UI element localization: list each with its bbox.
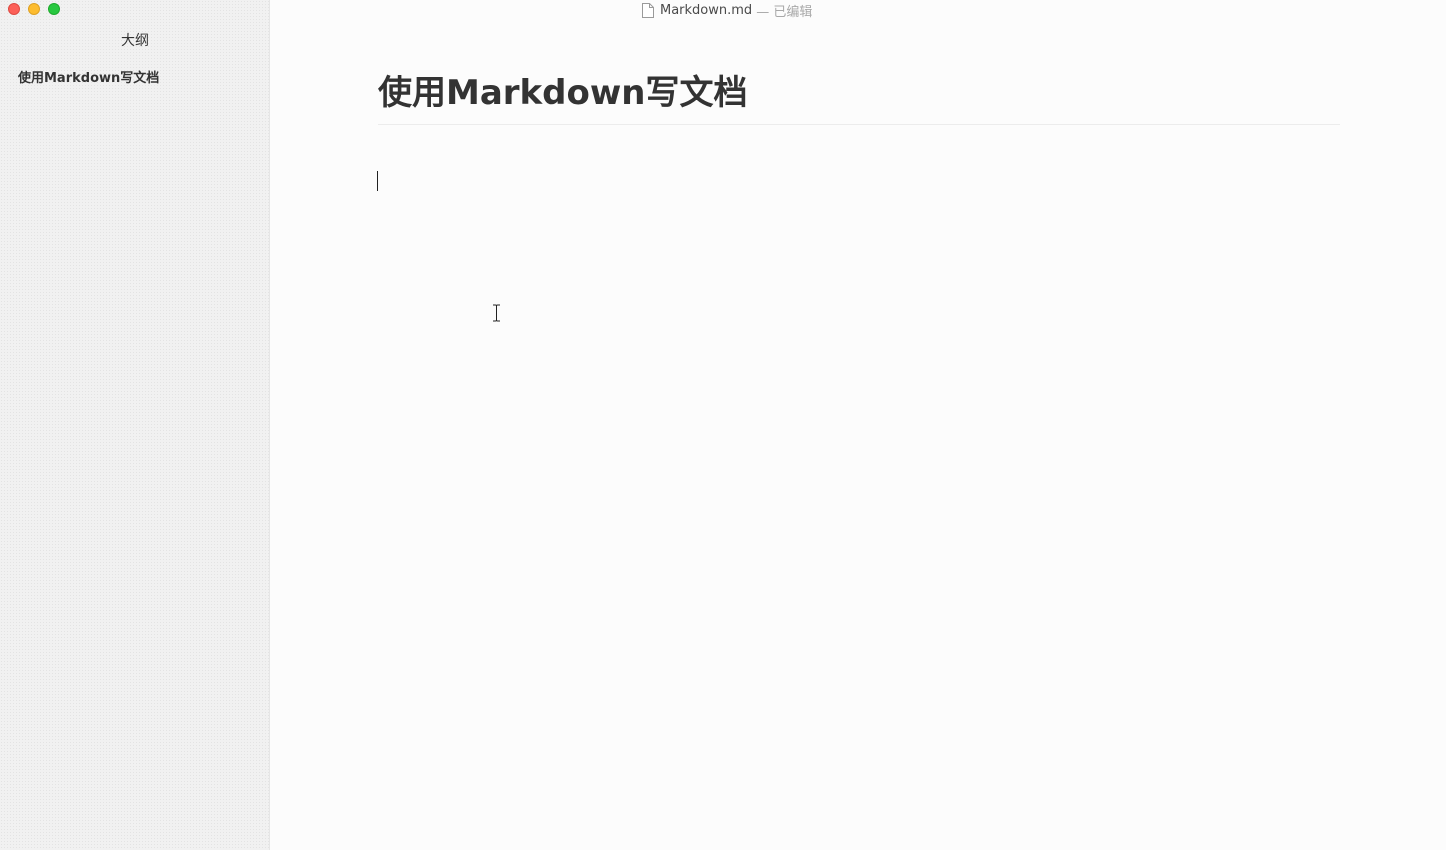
file-name: Markdown.md (660, 3, 753, 18)
document-title: Markdown.md — 已编辑 (642, 1, 812, 20)
sidebar-title: 大纲 (121, 33, 149, 49)
close-window-button[interactable] (8, 3, 20, 15)
edit-status: — 已编辑 (756, 5, 813, 20)
outline-item-heading[interactable]: 使用Markdown写文档 (18, 67, 159, 86)
app-window: 大纲 使用Markdown写文档 Markdown.md — 已编辑 使用Mar… (0, 0, 1446, 850)
title-bar: Markdown.md — 已编辑 (270, 0, 1446, 20)
outline-sidebar: 大纲 使用Markdown写文档 (0, 0, 270, 850)
text-cursor-icon (493, 304, 500, 322)
text-caret (377, 171, 378, 191)
file-icon (642, 3, 654, 18)
document-heading[interactable]: 使用Markdown写文档 (378, 70, 1340, 125)
editor-area[interactable]: 使用Markdown写文档 (271, 20, 1446, 850)
window-controls (8, 3, 60, 15)
minimize-window-button[interactable] (28, 3, 40, 15)
zoom-window-button[interactable] (48, 3, 60, 15)
